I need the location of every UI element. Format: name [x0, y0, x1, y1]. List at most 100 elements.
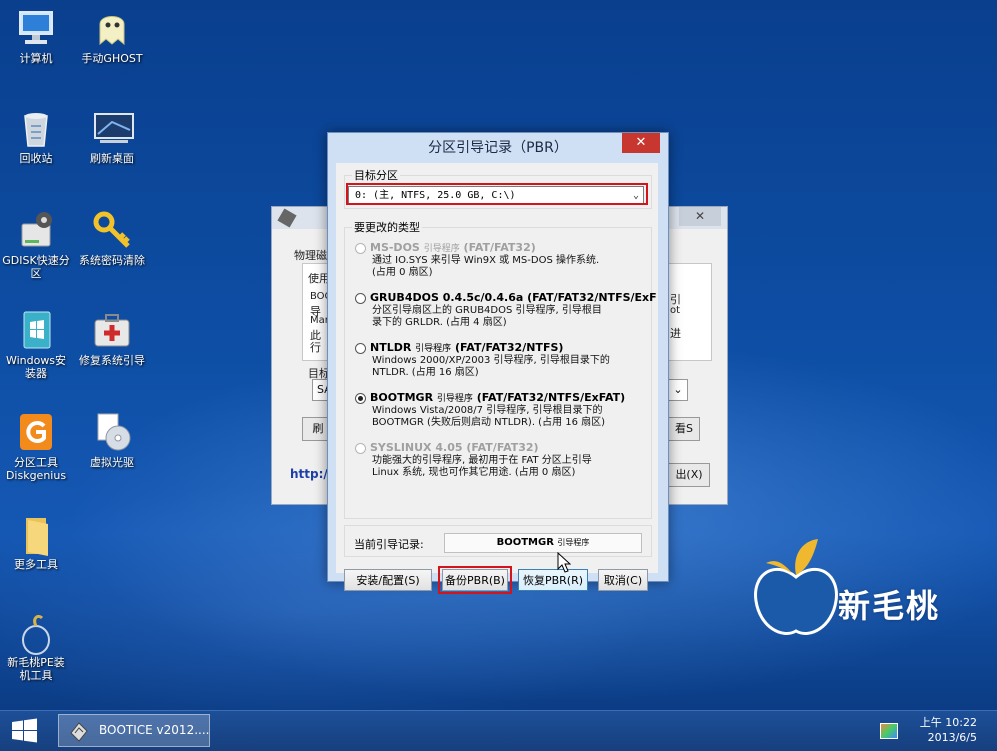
bootice-app-icon [277, 208, 297, 228]
option-name: SYSLINUX 4.05 [370, 441, 463, 454]
highlight-backup-button [438, 566, 512, 594]
desktop-icon-manual-ghost[interactable]: 手动GHOST [78, 8, 146, 65]
brand-logo: 新毛桃 [752, 535, 982, 645]
current-record-name: BOOTMGR [496, 537, 554, 548]
homepage-link[interactable]: http:/ [290, 467, 328, 481]
clock-time: 上午 10:22 [919, 716, 977, 729]
bootmgr-radio[interactable] [355, 393, 366, 404]
clock-date: 2013/6/5 [927, 731, 977, 744]
peach-logo-icon [754, 539, 838, 635]
cancel-button[interactable]: 取消(C) [598, 569, 648, 591]
desc-line: 行 [310, 341, 321, 354]
desktop-icon-label: 分区工具Diskgenius [5, 456, 67, 482]
virtual-drive-icon [92, 412, 132, 452]
option-name: GRUB4DOS 0.4.5c/0.4.6a [370, 291, 524, 304]
tray-icon[interactable] [880, 723, 898, 739]
option-tag: 引导程序 [436, 394, 473, 404]
desktop-icon-repair-boot[interactable]: 修复系统引导 [78, 310, 146, 367]
dialog-title: 分区引导记录（PBR） [428, 140, 568, 156]
grub4dos-radio[interactable] [355, 293, 366, 304]
desktop-icon-refresh-desktop[interactable]: 刷新桌面 [78, 108, 146, 165]
option-fs: (FAT/FAT32/NTFS/ExF [527, 291, 657, 304]
desktop-icon-pe-installer[interactable]: 新毛桃PE装机工具 [2, 612, 70, 682]
ntldr-option-desc: Windows 2000/XP/2003 引导程序, 引导根目录下的 NTLDR… [372, 355, 610, 378]
desktop-icon-label: 手动GHOST [81, 52, 143, 65]
bootmgr-option-desc: Windows Vista/2008/7 引导程序, 引导根目录下的 BOOTM… [372, 405, 606, 428]
diskgenius-icon [16, 412, 56, 452]
highlight-target-partition [346, 183, 648, 205]
option-name: MS-DOS [370, 241, 420, 254]
first-aid-kit-icon [92, 310, 132, 350]
brand-text: 新毛桃 [838, 587, 941, 625]
desc-line-right: 进 [670, 327, 681, 340]
dialog-body: 目标分区 0: (主, NTFS, 25.0 GB, C:\) ⌄ 要更改的类型… [336, 163, 658, 594]
desktop-icon-label: 更多工具 [14, 558, 58, 571]
disk-select-dropdown[interactable]: ⌄ [668, 379, 688, 401]
view-button[interactable]: 看S [668, 417, 700, 441]
desktop-icon-windows-installer[interactable]: Windows安装器 [2, 310, 70, 380]
option-tag: 引导程序 [415, 344, 452, 354]
desktop-icon-label: 计算机 [19, 52, 53, 65]
pbr-dialog: 分区引导记录（PBR） ✕ 目标分区 0: (主, NTFS, 25.0 GB,… [327, 132, 669, 594]
windows-logo-icon [12, 718, 37, 743]
option-fs: (FAT/FAT32) [466, 441, 539, 454]
desktop-icon-label: 新毛桃PE装机工具 [7, 656, 65, 682]
desktop-icon-label: 系统密码清除 [79, 254, 145, 267]
desktop-icon-diskgenius[interactable]: 分区工具Diskgenius [2, 412, 70, 482]
option-name: BOOTMGR [370, 391, 434, 404]
gdisk-icon [16, 210, 56, 250]
desktop-icon-virtual-drive[interactable]: 虚拟光驱 [78, 412, 146, 469]
desktop-icon-label: GDISK快速分区 [2, 254, 70, 280]
option-tag: 引导程序 [423, 244, 460, 254]
desktop-icon-more-tools[interactable]: 更多工具 [2, 514, 70, 571]
desktop-icon-recycle-bin[interactable]: 回收站 [2, 108, 70, 165]
syslinux-option-title: SYSLINUX 4.05 (FAT/FAT32) [370, 441, 539, 454]
msdos-option-title: MS-DOS 引导程序 (FAT/FAT32) [370, 241, 536, 254]
target-partition-label: 目标分区 [352, 167, 400, 183]
tray-clock[interactable]: 上午 10:22 2013/6/5 [920, 715, 977, 745]
taskbar-item-bootice[interactable]: BOOTICE v2012.... [58, 714, 210, 747]
monitor-icon [92, 108, 134, 148]
grub4dos-option-desc: 分区引导扇区上的 GRUB4DOS 引导程序, 引导根目 录下的 GRLDR. … [372, 305, 602, 328]
windows-installer-icon [16, 310, 56, 350]
recycle-bin-icon [16, 108, 56, 148]
start-button[interactable] [6, 717, 44, 745]
peach-logo-icon [16, 612, 56, 655]
folder-icon [16, 514, 56, 556]
msdos-option-desc: 通过 IO.SYS 来引导 Win9X 或 MS-DOS 操作系统. (占用 0… [372, 255, 600, 278]
taskbar: BOOTICE v2012.... 上午 10:22 2013/6/5 [0, 710, 997, 751]
key-icon [92, 210, 132, 250]
close-button[interactable]: ✕ [679, 207, 721, 226]
chevron-down-icon: ⌄ [673, 383, 683, 396]
desktop-icon-label: Windows安装器 [5, 354, 67, 380]
mouse-cursor-icon [557, 552, 571, 573]
desktop-icon-label: 刷新桌面 [90, 152, 134, 165]
desktop-icon-label: 回收站 [19, 152, 53, 165]
desktop-icon-computer[interactable]: 计算机 [2, 8, 70, 65]
bootmgr-option-title: BOOTMGR 引导程序 (FAT/FAT32/NTFS/ExFAT) [370, 391, 625, 404]
option-name: NTLDR [370, 341, 412, 354]
grub4dos-option-title: GRUB4DOS 0.4.5c/0.4.6a (FAT/FAT32/NTFS/E… [370, 291, 657, 304]
desktop-icon-label: 虚拟光驱 [90, 456, 134, 469]
restore-pbr-button[interactable]: 恢复PBR(R) [518, 569, 588, 591]
exit-button[interactable]: 出(X) [668, 463, 710, 487]
taskbar-item-label: BOOTICE v2012.... [99, 723, 210, 737]
bootice-app-icon [70, 722, 88, 742]
current-record-tag: 引导程序 [557, 538, 590, 547]
desc-line-right: ot [670, 305, 681, 316]
syslinux-radio[interactable] [355, 443, 366, 454]
desktop-icon-gdisk[interactable]: GDISK快速分区 [2, 210, 70, 280]
computer-icon [16, 8, 56, 48]
dialog-close-button[interactable]: ✕ [622, 133, 660, 153]
desktop-icon-password-clear[interactable]: 系统密码清除 [78, 210, 146, 267]
option-fs: (FAT/FAT32/NTFS/ExFAT) [476, 391, 626, 404]
option-fs: (FAT/FAT32) [463, 241, 536, 254]
option-fs: (FAT/FAT32/NTFS) [455, 341, 564, 354]
boot-type-label: 要更改的类型 [352, 219, 422, 235]
syslinux-option-desc: 功能强大的引导程序, 最初用于在 FAT 分区上引导 Linux 系统, 现也可… [372, 455, 592, 478]
current-record-label: 当前引导记录: [354, 538, 424, 551]
ghost-icon [92, 8, 132, 48]
msdos-radio[interactable] [355, 243, 366, 254]
ntldr-radio[interactable] [355, 343, 366, 354]
install-config-button[interactable]: 安装/配置(S) [344, 569, 432, 591]
